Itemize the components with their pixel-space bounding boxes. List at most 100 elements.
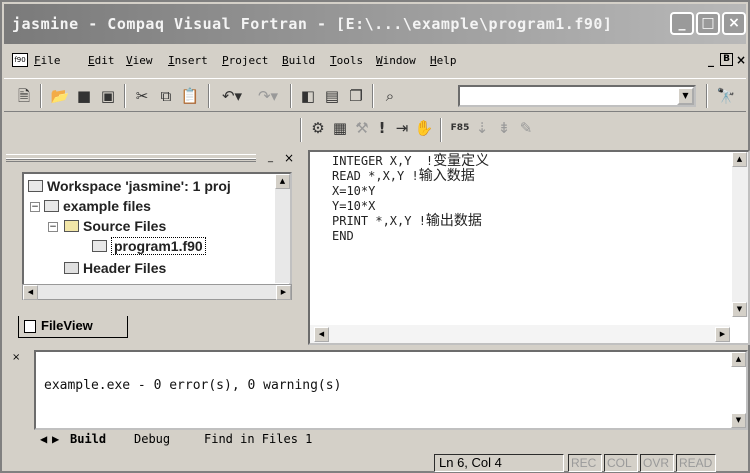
collapse-icon[interactable]: − xyxy=(30,202,40,212)
run-to-icon[interactable]: ⇟ xyxy=(494,118,514,138)
toolbar-separator xyxy=(290,84,292,108)
workspace-icon xyxy=(28,180,43,192)
scroll-up-icon[interactable]: ▲ xyxy=(275,174,290,189)
pane-close-button[interactable]: × xyxy=(284,151,294,165)
menu-window[interactable]: Window xyxy=(376,54,416,67)
mdi-restore-button[interactable]: B xyxy=(720,53,733,66)
collapse-icon[interactable]: − xyxy=(48,222,58,232)
status-bar: Ln 6, Col 4 REC COL OVR READ xyxy=(4,452,748,473)
build-result-text: example.exe - 0 error(s), 0 warning(s) xyxy=(44,378,342,393)
build-icon[interactable]: ▦ xyxy=(330,118,350,138)
output-pane: × example.exe - 0 error(s), 0 warning(s)… xyxy=(6,348,750,450)
minimize-button[interactable]: _ xyxy=(670,12,694,35)
window-list-icon[interactable]: ❐ xyxy=(346,86,366,106)
step-icon[interactable]: ⇣ xyxy=(472,118,492,138)
status-rec: REC xyxy=(568,454,602,472)
execute-icon[interactable]: ! xyxy=(372,118,392,138)
tree-vertical-scrollbar[interactable]: ▲ ▼ xyxy=(275,174,290,298)
title-bar[interactable]: jasmine - Compaq Visual Fortran - [E:\..… xyxy=(4,4,746,44)
new-text-file-icon[interactable]: 🗎 xyxy=(14,86,34,106)
menu-help[interactable]: Help xyxy=(430,54,457,67)
status-read: READ xyxy=(676,454,716,472)
menu-view[interactable]: View xyxy=(126,54,153,67)
scroll-down-icon[interactable]: ▼ xyxy=(731,413,746,428)
undo-icon[interactable]: ↶▾ xyxy=(216,86,248,106)
close-button[interactable]: × xyxy=(722,12,746,35)
code-line: X=10*Y xyxy=(332,184,376,198)
tab-find-in-files-1[interactable]: Find in Files 1 xyxy=(204,430,312,448)
menu-project[interactable]: Project xyxy=(222,54,268,67)
pane-minimize-button[interactable]: _ xyxy=(268,152,273,163)
menu-build[interactable]: Build xyxy=(282,54,315,67)
scroll-left-icon[interactable]: ◀ xyxy=(314,327,329,342)
mdi-minimize-button[interactable]: _ xyxy=(708,53,714,67)
menu-edit[interactable]: Edit xyxy=(88,54,115,67)
output-icon[interactable]: ▤ xyxy=(322,86,342,106)
mdi-close-button[interactable]: × xyxy=(736,53,746,67)
copy-icon[interactable]: ⧉ xyxy=(156,86,176,106)
tab-build[interactable]: Build xyxy=(70,430,106,448)
chevron-down-icon[interactable]: ▼ xyxy=(677,87,694,105)
go-icon[interactable]: ⇥ xyxy=(392,118,412,138)
maximize-button[interactable]: □ xyxy=(696,12,720,35)
paste-icon[interactable]: 📋 xyxy=(180,86,200,106)
menu-bar: f90 File Edit View Insert Project Build … xyxy=(4,48,746,74)
workspace-icon[interactable]: ◧ xyxy=(298,86,318,106)
toolbar-separator xyxy=(372,84,374,108)
editor-horizontal-scrollbar[interactable]: ◀ ▶ xyxy=(310,325,730,343)
tab-debug[interactable]: Debug xyxy=(134,430,170,448)
tree-item-workspace[interactable]: Workspace 'jasmine': 1 proj xyxy=(28,178,231,194)
code-line: Y=10*X xyxy=(332,199,376,213)
cursor-position: Ln 6, Col 4 xyxy=(434,454,564,472)
menu-tools[interactable]: Tools xyxy=(330,54,363,67)
open-folder-icon[interactable]: 📂 xyxy=(50,86,70,106)
code-line: PRINT *,X,Y !输出数据 xyxy=(332,213,482,229)
fortran-icon[interactable]: F85 xyxy=(450,118,470,138)
scroll-up-icon[interactable]: ▲ xyxy=(731,352,746,367)
compile-icon[interactable]: ⚙ xyxy=(308,118,328,138)
workspace-pane: _ × Workspace 'jasmine': 1 proj − exampl… xyxy=(6,150,304,345)
code-line: INTEGER X,Y !变量定义 xyxy=(332,153,490,169)
scroll-left-icon[interactable]: ◀ xyxy=(23,285,38,300)
toolbar-separator xyxy=(40,84,42,108)
menu-insert[interactable]: Insert xyxy=(168,54,208,67)
folder-open-icon xyxy=(64,220,79,232)
find-icon[interactable]: 🔭 xyxy=(716,86,736,106)
scroll-down-icon[interactable]: ▼ xyxy=(732,302,747,317)
build-toolbar: ⚙ ▦ ⚒ ! ⇥ ✋ F85 ⇣ ⇟ ✎ xyxy=(4,114,746,146)
code-editor[interactable]: INTEGER X,Y !变量定义 READ *,X,Y !输入数据 X=10*Y Y… xyxy=(308,150,750,345)
tab-fileview[interactable]: FileView xyxy=(18,316,128,338)
menu-file[interactable]: File xyxy=(34,54,61,67)
pane-close-button[interactable]: × xyxy=(12,352,20,363)
editor-vertical-scrollbar[interactable]: ▲ ▼ xyxy=(732,152,748,317)
document-icon[interactable]: f90 xyxy=(12,53,28,67)
scroll-right-icon[interactable]: ▶ xyxy=(715,327,730,342)
breakpoint-icon[interactable]: ✋ xyxy=(414,118,434,138)
output-window[interactable]: example.exe - 0 error(s), 0 warning(s) ▲… xyxy=(34,350,748,430)
save-all-icon[interactable]: ▣ xyxy=(98,86,118,106)
tree-item-header-files[interactable]: Header Files xyxy=(64,260,166,276)
find-in-files-icon[interactable]: ⌕ xyxy=(380,86,400,106)
main-window: jasmine - Compaq Visual Fortran - [E:\..… xyxy=(0,0,750,473)
stop-build-icon[interactable]: ⚒ xyxy=(352,118,372,138)
tree-item-project[interactable]: example files xyxy=(44,198,151,214)
code-line: READ *,X,Y !输入数据 xyxy=(332,168,475,184)
toolbar-separator xyxy=(706,84,708,108)
tree-item-source-files[interactable]: Source Files xyxy=(64,218,166,234)
tab-scroll-left-icon[interactable]: ◀ xyxy=(40,430,47,448)
scroll-right-icon[interactable]: ▶ xyxy=(276,285,291,300)
save-icon[interactable]: ■ xyxy=(74,86,94,106)
code-content[interactable]: INTEGER X,Y !变量定义 READ *,X,Y !输入数据 X=10*Y Y… xyxy=(332,154,489,244)
window-title: jasmine - Compaq Visual Fortran - [E:\..… xyxy=(12,15,613,33)
file-tree: Workspace 'jasmine': 1 proj − example fi… xyxy=(22,172,292,300)
tree-horizontal-scrollbar[interactable]: ◀ ▶ xyxy=(22,284,292,300)
tab-scroll-right-icon[interactable]: ▶ xyxy=(52,430,59,448)
edit-icon[interactable]: ✎ xyxy=(516,118,536,138)
status-ovr: OVR xyxy=(640,454,674,472)
redo-icon[interactable]: ↷▾ xyxy=(252,86,284,106)
cut-icon[interactable]: ✂ xyxy=(132,86,152,106)
tree-item-program1[interactable]: program1.f90 xyxy=(92,237,206,255)
pane-grip[interactable] xyxy=(6,158,256,162)
scroll-up-icon[interactable]: ▲ xyxy=(732,152,747,167)
find-combo[interactable]: ▼ xyxy=(458,85,696,107)
